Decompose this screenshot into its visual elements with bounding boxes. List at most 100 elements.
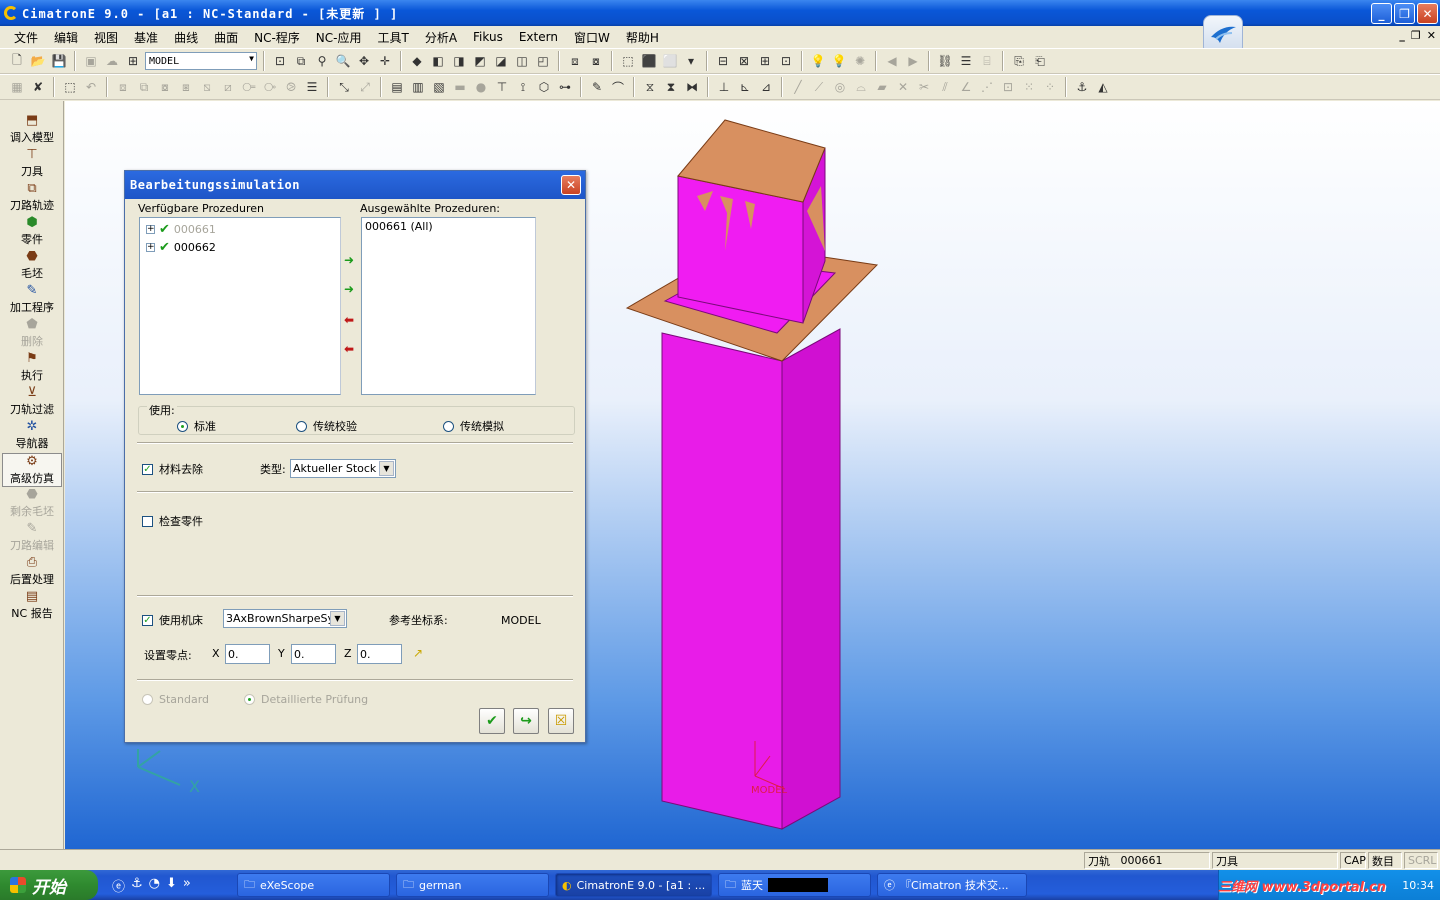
menu-nc-app[interactable]: NC-应用 xyxy=(308,29,370,46)
task-german[interactable]: 🗀 german xyxy=(396,873,549,897)
guide-tool[interactable]: ⊤ 刀具 xyxy=(2,147,62,181)
guide-execute[interactable]: ⚑ 执行 xyxy=(2,351,62,385)
guide-remaining-stock[interactable]: ⬣ 剩余毛坯 xyxy=(2,487,62,521)
task-exescope[interactable]: 🗀 eXeScope xyxy=(237,873,390,897)
print-icon[interactable]: ▣ xyxy=(82,52,100,70)
menu-window[interactable]: 窗口W xyxy=(566,29,618,46)
select-options-icon[interactable]: ↶ xyxy=(82,78,100,96)
radio-legacy-simulate[interactable]: 传统模拟 xyxy=(443,418,504,434)
filter-6-icon[interactable]: ⧄ xyxy=(219,78,237,96)
display-filter-icon[interactable]: ⌸ xyxy=(978,52,996,70)
axis-1-icon[interactable]: ⊥ xyxy=(715,78,733,96)
expand-icon[interactable]: + xyxy=(146,243,155,252)
filter-3-icon[interactable]: ⧇ xyxy=(156,78,174,96)
task-blue-sky[interactable]: 🗀 蓝天 xyxy=(718,873,871,897)
open-file-icon[interactable]: 📂 xyxy=(29,52,47,70)
view-back-icon[interactable]: ◫ xyxy=(513,52,531,70)
y-input[interactable]: 0. xyxy=(291,644,336,664)
view-right-icon[interactable]: ◩ xyxy=(471,52,489,70)
mdi-minimize-button[interactable]: _ xyxy=(1399,29,1405,42)
surface-3-icon[interactable]: ⧓ xyxy=(683,78,701,96)
move-icon[interactable]: ⤡ xyxy=(335,78,353,96)
view-iso-icon[interactable]: ◆ xyxy=(408,52,426,70)
spline-icon[interactable]: ⌒ xyxy=(609,78,627,96)
tool-holder-icon[interactable]: ⊤ xyxy=(493,78,511,96)
arc-icon[interactable]: ⌓ xyxy=(852,78,870,96)
model-combo[interactable]: MODEL ▼ xyxy=(145,52,257,70)
axis-3-icon[interactable]: ⊿ xyxy=(757,78,775,96)
machine-select[interactable]: 3AxBrownSharpeSyst ▼ xyxy=(223,609,347,628)
menu-tools[interactable]: 工具T xyxy=(369,29,416,46)
guide-delete[interactable]: ⬟ 删除 xyxy=(2,317,62,351)
menu-datum[interactable]: 基准 xyxy=(126,29,166,46)
filter-7-icon[interactable]: ⧃ xyxy=(240,78,258,96)
selected-item[interactable]: 000661 (All) xyxy=(365,220,433,233)
z-input[interactable]: 0. xyxy=(357,644,402,664)
trim-icon[interactable]: ✂ xyxy=(915,78,933,96)
menu-edit[interactable]: 编辑 xyxy=(46,29,86,46)
render-options-icon[interactable]: ▾ xyxy=(682,52,700,70)
mdi-restore-button[interactable]: ❐ xyxy=(1411,29,1421,42)
menu-nc-program[interactable]: NC-程序 xyxy=(246,29,308,46)
rotate-icon[interactable]: ✛ xyxy=(376,52,394,70)
tree-item-000662[interactable]: + ✔ 000662 xyxy=(146,240,216,255)
mdi-close-button[interactable]: ✕ xyxy=(1427,29,1436,42)
layer-icon[interactable]: ☰ xyxy=(957,52,975,70)
cross-icon[interactable]: ✕ xyxy=(894,78,912,96)
guide-procedure[interactable]: ✎ 加工程序 xyxy=(2,283,62,317)
pick-point-icon[interactable]: ↗ xyxy=(413,646,423,660)
filter-5-icon[interactable]: ⧅ xyxy=(198,78,216,96)
anchor-icon[interactable]: ⚓ xyxy=(131,876,143,895)
view-save-icon[interactable]: ⧇ xyxy=(587,52,605,70)
light-settings-icon[interactable]: ✺ xyxy=(851,52,869,70)
guide-post-process[interactable]: ⎙ 后置处理 xyxy=(2,555,62,589)
player-icon[interactable]: ◔ xyxy=(149,876,160,895)
point-icon[interactable]: ⋰ xyxy=(978,78,996,96)
info-icon[interactable]: ▧ xyxy=(430,78,448,96)
line-2-icon[interactable]: ⟋ xyxy=(810,78,828,96)
filter-9-icon[interactable]: ⧁ xyxy=(282,78,300,96)
surface-1-icon[interactable]: ⧖ xyxy=(641,78,659,96)
zoom-fit-icon[interactable]: ⊡ xyxy=(271,52,289,70)
line-icon[interactable]: ╱ xyxy=(789,78,807,96)
guide-toolpath-edit[interactable]: ✎ 刀路编辑 xyxy=(2,521,62,555)
attributes-icon[interactable]: ▥ xyxy=(409,78,427,96)
ok-button[interactable]: ✔ xyxy=(479,708,505,734)
guide-load-model[interactable]: ⬒ 调入模型 xyxy=(2,113,62,147)
menu-extern[interactable]: Extern xyxy=(511,30,566,44)
select-box-icon[interactable]: ⬚ xyxy=(61,78,79,96)
radio-mode-detailed[interactable]: Detaillierte Prüfung xyxy=(244,693,368,706)
view-top-icon[interactable]: ◨ xyxy=(450,52,468,70)
remove-one-arrow-icon[interactable]: ⬅ xyxy=(344,342,354,356)
axis-2-icon[interactable]: ⊾ xyxy=(736,78,754,96)
restore-button[interactable]: ❐ xyxy=(1394,3,1415,24)
forward-icon[interactable]: ▶ xyxy=(904,52,922,70)
surface-2-icon[interactable]: ⧗ xyxy=(662,78,680,96)
zoom-dynamic-icon[interactable]: ⚲ xyxy=(313,52,331,70)
list-filter-icon[interactable]: ☰ xyxy=(303,78,321,96)
use-machine-checkbox[interactable]: ✓ 使用机床 xyxy=(142,612,203,628)
light-on-icon[interactable]: 💡 xyxy=(830,52,848,70)
selected-procedures-list[interactable]: 000661 (All) xyxy=(361,217,536,395)
dots-icon[interactable]: ⁙ xyxy=(1020,78,1038,96)
radio-legacy-verify[interactable]: 传统校验 xyxy=(296,418,357,434)
hierarchy-icon[interactable]: ⊶ xyxy=(556,78,574,96)
shaded-icon[interactable]: ⬛ xyxy=(640,52,658,70)
color-fill-icon[interactable]: ◭ xyxy=(1094,78,1112,96)
pick-icon[interactable]: ▦ xyxy=(8,78,26,96)
dialog-title-bar[interactable]: Bearbeitungssimulation xyxy=(125,171,585,199)
available-procedures-list[interactable]: + ✔ 000661 + ✔ 000662 xyxy=(139,217,341,395)
start-button[interactable]: 开始 xyxy=(0,870,98,900)
back-icon[interactable]: ◀ xyxy=(883,52,901,70)
type-select[interactable]: Aktueller Stock ▼ xyxy=(290,459,396,478)
task-cimatron-forum[interactable]: ⓔ 『Cimatron 技术交... xyxy=(877,873,1027,897)
section-show-icon[interactable]: ⊡ xyxy=(777,52,795,70)
radio-standard[interactable]: 标准 xyxy=(177,418,216,434)
section-icon[interactable]: ⊟ xyxy=(714,52,732,70)
guide-navigator[interactable]: ✲ 导航器 xyxy=(2,419,62,453)
wireframe-icon[interactable]: ⬚ xyxy=(619,52,637,70)
filter-2-icon[interactable]: ⧉ xyxy=(135,78,153,96)
view-manager-icon[interactable]: ⧈ xyxy=(566,52,584,70)
guide-toolpath[interactable]: ⧉ 刀路轨迹 xyxy=(2,181,62,215)
menu-surface[interactable]: 曲面 xyxy=(206,29,246,46)
